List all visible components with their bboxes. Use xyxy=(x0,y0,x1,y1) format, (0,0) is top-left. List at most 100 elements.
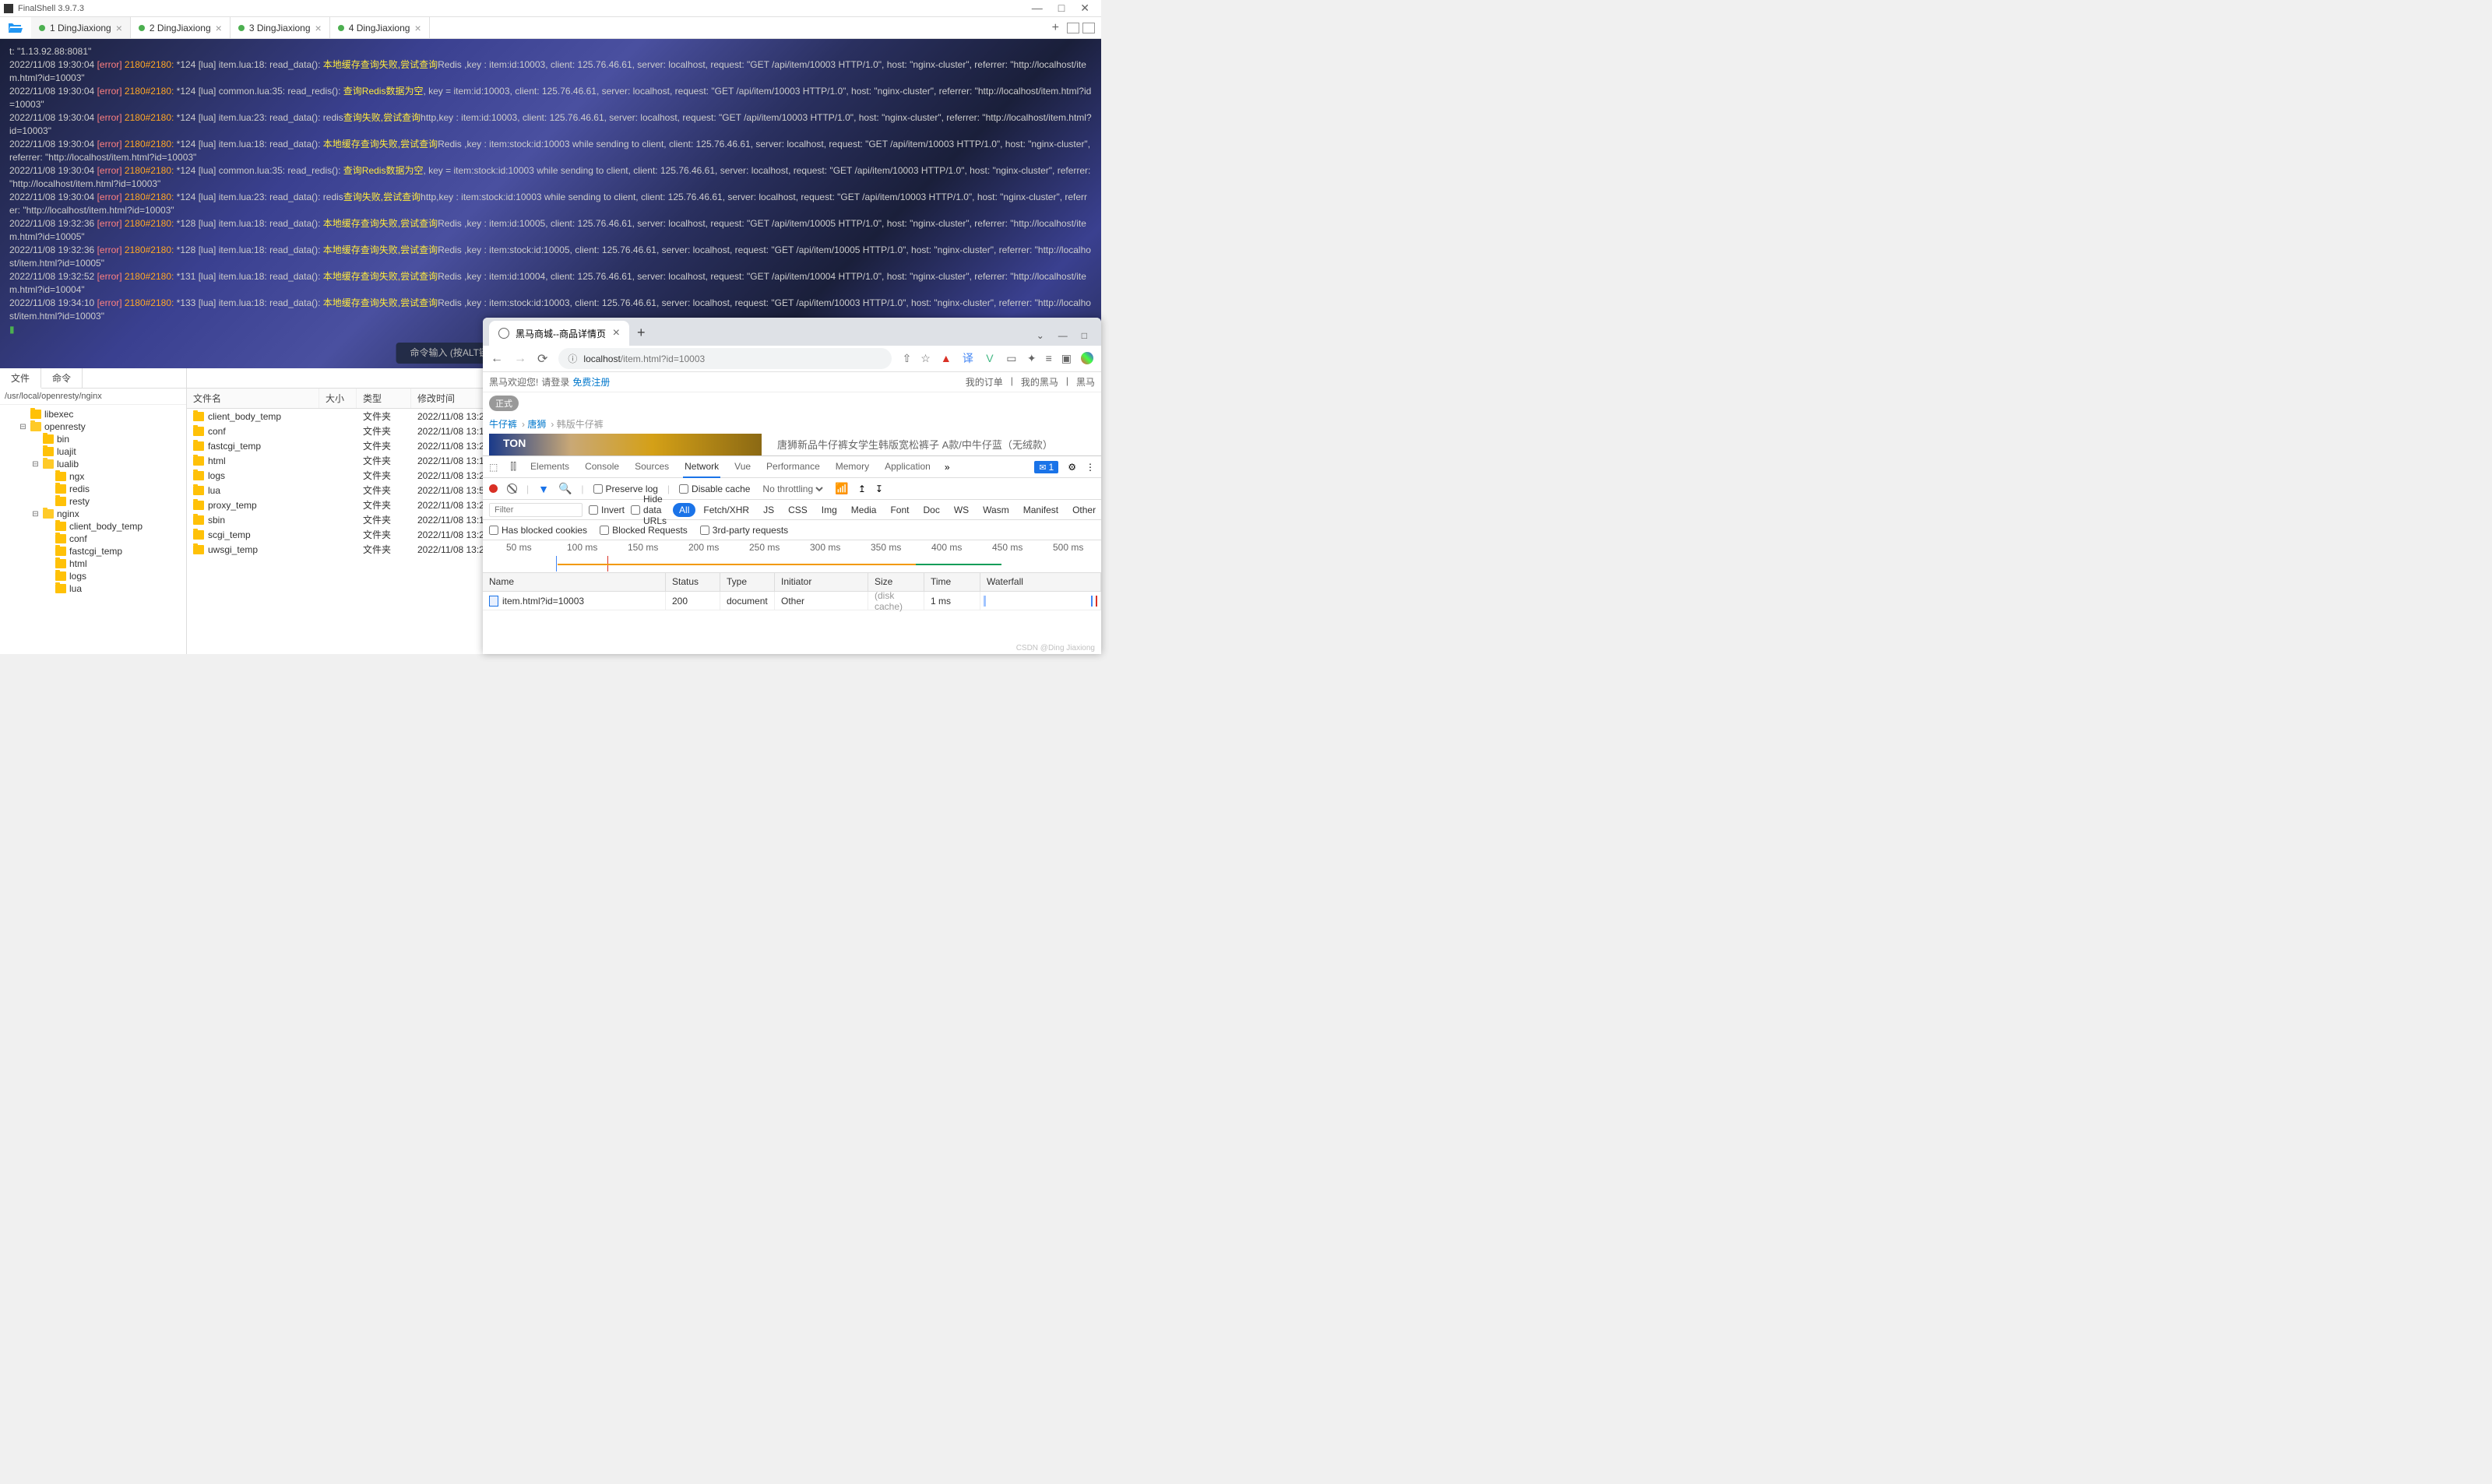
folder-tree[interactable]: libexec⊟openrestybinluajit⊟lualibngxredi… xyxy=(0,405,186,654)
reload-button[interactable]: ⟳ xyxy=(537,351,547,367)
register-link[interactable]: 免费注册 xyxy=(572,375,610,389)
search-icon[interactable]: 🔍 xyxy=(558,482,572,495)
grid-view-icon[interactable] xyxy=(1067,23,1079,33)
close-icon[interactable]: × xyxy=(414,22,421,34)
type-filter-css[interactable]: CSS xyxy=(782,503,814,517)
tree-toggle[interactable]: ⊟ xyxy=(31,510,40,519)
kebab-icon[interactable]: ⋮ xyxy=(1086,462,1095,473)
type-filter-js[interactable]: JS xyxy=(757,503,780,517)
tree-item[interactable]: logs xyxy=(0,570,186,582)
type-filter-other[interactable]: Other xyxy=(1066,503,1101,517)
preserve-log-checkbox[interactable]: Preserve log xyxy=(593,484,658,494)
translate-icon[interactable]: 译 xyxy=(962,352,974,364)
my-orders[interactable]: 我的订单 xyxy=(966,375,1003,389)
download-icon[interactable]: ↧ xyxy=(875,484,883,494)
type-filter-doc[interactable]: Doc xyxy=(917,503,945,517)
type-filter-media[interactable]: Media xyxy=(845,503,883,517)
path-bar[interactable]: /usr/local/openresty/nginx xyxy=(0,389,186,405)
devtools-tab-performance[interactable]: Performance xyxy=(765,456,822,478)
extensions-icon[interactable]: ✦ xyxy=(1027,352,1037,365)
devtools-tab-network[interactable]: Network xyxy=(683,456,720,478)
tree-item[interactable]: resty xyxy=(0,495,186,508)
add-tab-button[interactable]: + xyxy=(1044,21,1067,35)
open-folder-button[interactable] xyxy=(5,19,26,37)
sidepanel-icon[interactable]: ▣ xyxy=(1061,352,1072,365)
tree-item[interactable]: fastcgi_temp xyxy=(0,545,186,557)
avatar[interactable] xyxy=(1081,352,1093,364)
type-filter-wasm[interactable]: Wasm xyxy=(977,503,1015,517)
devtools-tab-sources[interactable]: Sources xyxy=(633,456,671,478)
tree-toggle[interactable]: ⊟ xyxy=(31,460,40,469)
back-button[interactable]: ← xyxy=(491,352,503,366)
ext-icon-1[interactable]: ▲ xyxy=(940,352,952,364)
tree-item[interactable]: ⊟openresty xyxy=(0,420,186,433)
tree-item[interactable]: ⊟lualib xyxy=(0,458,186,470)
session-tab-0[interactable]: 1 DingJiaxiong× xyxy=(31,17,131,38)
minimize-icon[interactable]: — xyxy=(1058,330,1068,341)
maximize-button[interactable]: □ xyxy=(1058,2,1065,15)
type-filter-font[interactable]: Font xyxy=(884,503,915,517)
tab-file[interactable]: 文件 xyxy=(0,368,41,389)
share-icon[interactable]: ⇧ xyxy=(903,352,912,365)
close-icon[interactable]: × xyxy=(315,22,322,34)
star-icon[interactable]: ☆ xyxy=(920,352,931,365)
close-icon[interactable]: × xyxy=(216,22,222,34)
timeline[interactable]: 50 ms100 ms150 ms200 ms250 ms300 ms350 m… xyxy=(483,540,1101,573)
tree-item[interactable]: client_body_temp xyxy=(0,520,186,533)
blocked-requests-checkbox[interactable]: Blocked Requests xyxy=(600,525,688,536)
wifi-icon[interactable]: 📶 xyxy=(835,482,848,495)
url-input[interactable]: ⓘ localhost/item.html?id=10003 xyxy=(558,348,891,369)
vue-icon[interactable]: V xyxy=(984,352,996,364)
col-type[interactable]: 类型 xyxy=(357,389,411,408)
tree-item[interactable]: conf xyxy=(0,533,186,545)
third-party-checkbox[interactable]: 3rd-party requests xyxy=(700,525,788,536)
session-tab-3[interactable]: 4 DingJiaxiong× xyxy=(330,17,430,38)
type-filter-fetch/xhr[interactable]: Fetch/XHR xyxy=(697,503,755,517)
devtools-tab-console[interactable]: Console xyxy=(583,456,621,478)
ext-icon-2[interactable]: ▭ xyxy=(1005,352,1018,364)
tree-item[interactable]: ⊟nginx xyxy=(0,508,186,520)
tree-item[interactable]: redis xyxy=(0,483,186,495)
tree-item[interactable]: lua xyxy=(0,582,186,595)
minimize-button[interactable]: — xyxy=(1032,2,1043,15)
devtools-tab-application[interactable]: Application xyxy=(883,456,932,478)
inspect-icon[interactable]: ⬚ xyxy=(489,462,498,473)
tab-command[interactable]: 命令 xyxy=(41,368,83,388)
tree-item[interactable]: libexec xyxy=(0,408,186,420)
tree-toggle[interactable]: ⊟ xyxy=(19,423,27,431)
record-button[interactable] xyxy=(489,484,498,493)
gear-icon[interactable]: ⚙ xyxy=(1068,462,1076,473)
type-filter-ws[interactable]: WS xyxy=(948,503,975,517)
type-filter-manifest[interactable]: Manifest xyxy=(1017,503,1065,517)
close-button[interactable]: ✕ xyxy=(1080,2,1089,15)
filter-icon[interactable]: ▼ xyxy=(538,483,549,495)
throttling-select[interactable]: No throttling xyxy=(759,483,825,495)
tree-item[interactable]: ngx xyxy=(0,470,186,483)
maximize-icon[interactable]: □ xyxy=(1082,330,1087,341)
session-tab-2[interactable]: 3 DingJiaxiong× xyxy=(231,17,330,38)
devtools-tab-vue[interactable]: Vue xyxy=(733,456,752,478)
new-tab-button[interactable]: + xyxy=(629,320,653,346)
blocked-cookies-checkbox[interactable]: Has blocked cookies xyxy=(489,525,587,536)
tree-item[interactable]: html xyxy=(0,557,186,570)
tree-item[interactable]: bin xyxy=(0,433,186,445)
device-icon[interactable]: ⫿⫿ xyxy=(510,461,516,473)
devtools-tab-elements[interactable]: Elements xyxy=(529,456,571,478)
invert-checkbox[interactable]: Invert xyxy=(589,505,625,515)
filter-input[interactable] xyxy=(489,503,583,517)
tree-item[interactable]: luajit xyxy=(0,445,186,458)
forward-button[interactable]: → xyxy=(514,352,526,366)
browser-tab[interactable]: 黑马商城--商品详情页 × xyxy=(489,321,629,346)
message-badge[interactable]: ✉ 1 xyxy=(1034,461,1058,473)
type-filter-all[interactable]: All xyxy=(673,503,695,517)
heima[interactable]: 黑马 xyxy=(1076,375,1095,389)
close-icon[interactable]: × xyxy=(116,22,122,34)
clear-button[interactable] xyxy=(507,484,517,494)
devtools-tab-memory[interactable]: Memory xyxy=(834,456,871,478)
network-row[interactable]: item.html?id=10003200documentOther(disk … xyxy=(483,592,1101,610)
close-icon[interactable]: × xyxy=(613,326,620,340)
chevron-down-icon[interactable]: ⌄ xyxy=(1037,330,1044,341)
col-name[interactable]: 文件名 xyxy=(187,389,319,408)
type-filter-img[interactable]: Img xyxy=(815,503,843,517)
col-size[interactable]: 大小 xyxy=(319,389,357,408)
